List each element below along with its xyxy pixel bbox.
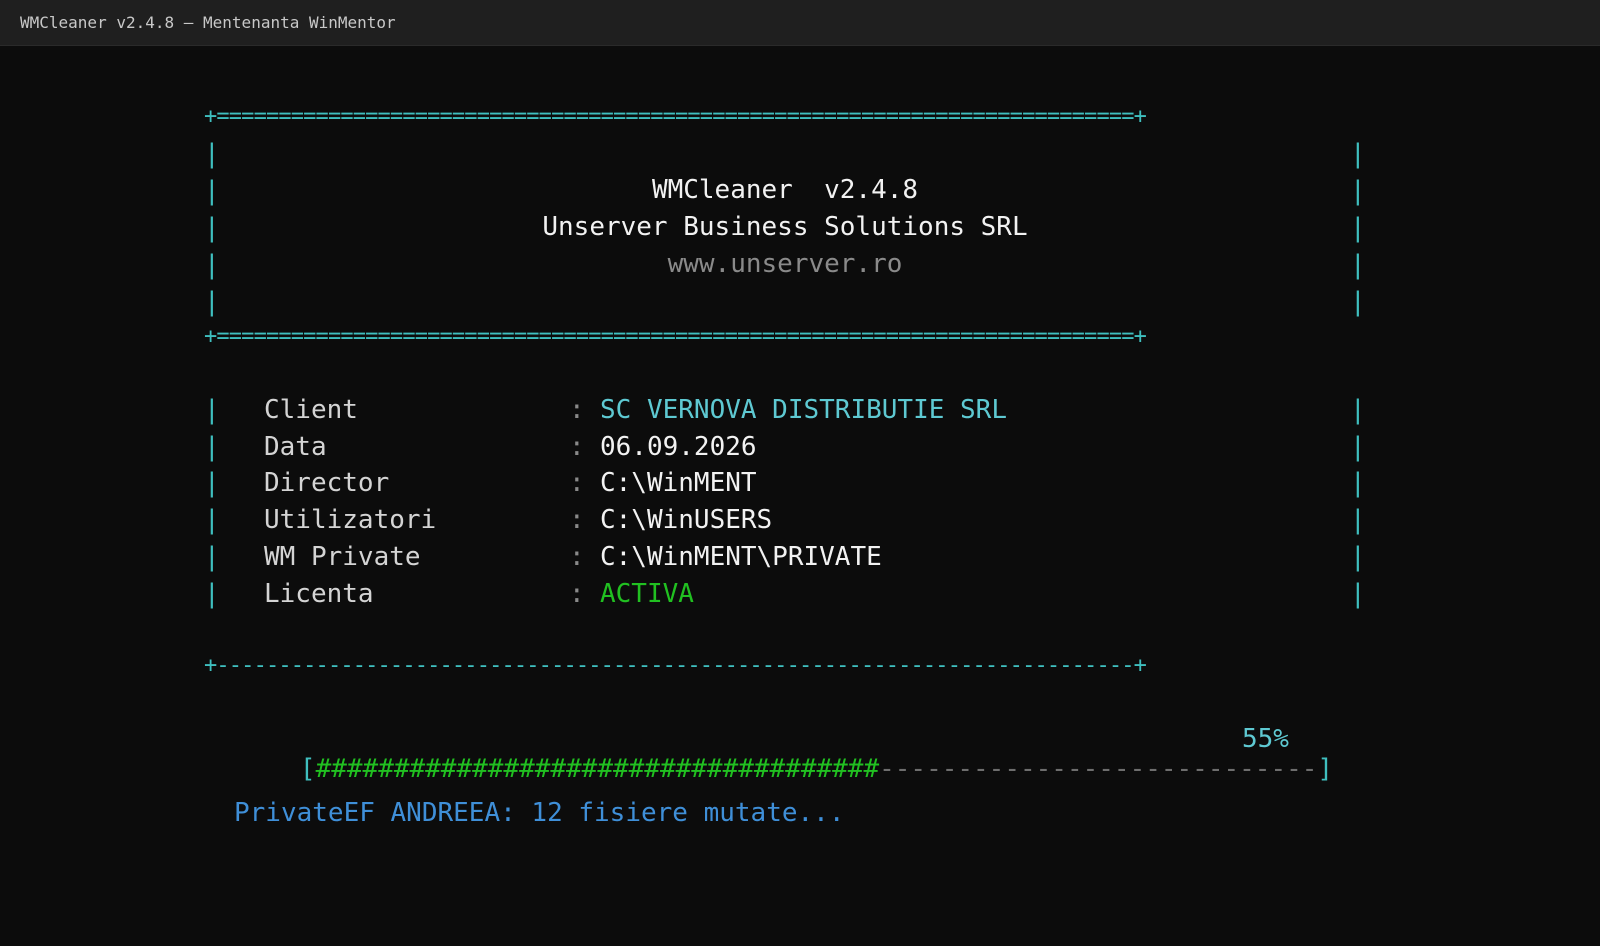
info-separator: : [569,505,585,536]
banner-right-border: | [1350,139,1366,169]
progress-fill: #################################### [315,754,880,784]
info-label: Data [264,431,327,462]
progress-remaining: ---------------------------- [879,754,1318,784]
company-name: Unserver Business Solutions SRL [542,212,1028,242]
status-message: PrivateEF ANDREEA: 12 fisiere mutate... [234,798,845,828]
banner-left-border: | [204,213,220,243]
title-bar[interactable]: WMCleaner v2.4.8 – Mentenanta WinMentor [0,0,1600,46]
info-separator: : [569,578,585,609]
website-url: www.unserver.ro [667,249,903,279]
progress-close-bracket: ] [1317,754,1334,784]
info-separator: : [569,468,585,499]
progress-open-bracket: [ [299,754,316,784]
progress-percent: 55% [1242,724,1289,754]
info-label: Licenta [264,578,374,609]
info-left-border: | [204,468,220,499]
info-value: C:\WinUSERS [600,505,773,536]
info-left-border: | [204,541,220,572]
banner-bottom-border: +=======================================… [204,324,1147,349]
info-left-border: | [204,395,220,425]
terminal-body: +=======================================… [0,46,1600,946]
info-separator: : [569,395,585,425]
banner-left-border: | [204,250,220,280]
window-title: WMCleaner v2.4.8 – Mentenanta WinMentor [20,13,396,32]
app-name-heading: WMCleaner v2.4.8 [651,175,919,205]
banner-right-border: | [1350,287,1366,317]
banner-right-border: | [1350,176,1366,206]
info-value: 06.09.2026 [600,431,757,462]
info-right-border: | [1350,578,1366,609]
info-left-border: | [204,431,220,462]
info-label: Client [264,395,358,425]
info-left-border: | [204,505,220,536]
info-value: C:\WinMENT\PRIVATE [600,541,882,572]
info-label: WM Private [264,541,421,572]
info-right-border: | [1350,431,1366,462]
banner-left-border: | [204,176,220,206]
info-label: Utilizatori [264,505,437,536]
info-value: ACTIVA [600,578,694,609]
info-separator: : [569,431,585,462]
info-value: SC VERNOVA DISTRIBUTIE SRL [600,395,1007,425]
info-right-border: | [1350,505,1366,536]
banner-right-border: | [1350,213,1366,243]
banner-left-border: | [204,287,220,317]
info-separator: : [569,541,585,572]
banner-right-border: | [1350,250,1366,280]
info-right-border: | [1350,541,1366,572]
info-right-border: | [1350,468,1366,499]
info-right-border: | [1350,395,1366,425]
banner-left-border: | [204,139,220,169]
info-left-border: | [204,578,220,609]
info-label: Director [264,468,390,499]
banner-top-border: +=======================================… [204,104,1147,129]
terminal-window: WMCleaner v2.4.8 – Mentenanta WinMentor … [0,0,1600,946]
info-value: C:\WinMENT [600,468,757,499]
info-bottom-border: +---------------------------------------… [204,653,1147,678]
